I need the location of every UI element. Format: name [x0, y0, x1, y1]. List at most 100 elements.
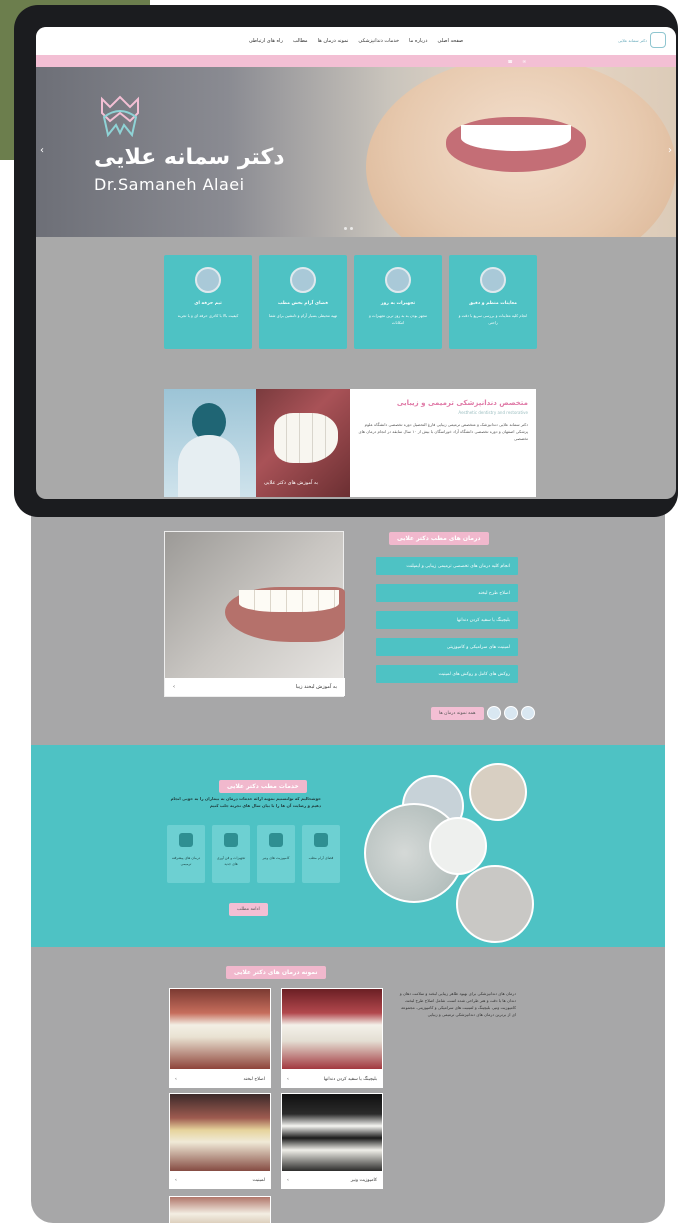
teal-card[interactable]: کامپوزیت های ونیر — [257, 825, 295, 883]
hero-title-fa: دکتر سمانه علایی — [94, 145, 285, 170]
avatar — [486, 706, 501, 720]
nav-item[interactable]: نمونه درمان ها — [318, 38, 349, 44]
section1-title: درمان های مطب دکتر علایی — [389, 532, 489, 545]
gallery-caption: لمینیت — [252, 1177, 265, 1183]
gallery-caption-bar[interactable]: ‹ کامپوزیت ونیر — [281, 1171, 383, 1189]
doctor-photo — [164, 389, 256, 497]
doctor-body — [178, 435, 240, 497]
chevron-left-icon: ‹ — [175, 1076, 177, 1082]
site-logo[interactable]: دکتر سمانه علایی — [618, 32, 666, 48]
teal-card[interactable]: تجهیزات و فن آوری های جدید — [212, 825, 250, 883]
treatment-item[interactable]: بلیچینگ یا سفید کردن دندانها — [376, 611, 518, 629]
nav-item[interactable]: خدمات دندانپزشکی — [358, 38, 399, 44]
nav-item[interactable]: مطالب — [293, 38, 308, 44]
feature-cards: تیم حرفه ای کیفیت بالا با کادری حرفه ای … — [164, 255, 538, 349]
teal-card-label: فضای آرام مطب — [308, 856, 334, 860]
slider-dots[interactable] — [344, 227, 353, 230]
section1-image-caption: به آموزش لبخند زیبا — [295, 684, 337, 690]
clinic-photo — [456, 865, 534, 943]
office-icon — [290, 267, 316, 293]
section1-more: همه نمونه درمان ها — [431, 706, 535, 720]
chevron-left-icon: ‹ — [287, 1076, 289, 1082]
gallery-image[interactable] — [169, 1093, 271, 1175]
teeth-row — [274, 413, 338, 463]
gallery-caption: بلیچینگ یا سفید کردن دندانها — [323, 1076, 377, 1082]
gallery-image[interactable] — [169, 988, 271, 1070]
tooth-crown-logo-icon — [101, 95, 139, 137]
gallery-caption: اصلاح لبخند — [243, 1076, 265, 1082]
treatment-item[interactable]: روکش های کامل و روکش های لمینیت — [376, 665, 518, 683]
clinic-photo — [469, 763, 527, 821]
teal-card-row: درمان های پیشرفته ترمیمی تجهیزات و فن آو… — [167, 825, 340, 883]
slider-next-icon[interactable]: › — [668, 145, 672, 156]
avatar — [503, 706, 518, 720]
exam-icon — [480, 267, 506, 293]
teal-services-section: خدمات مطب دکتر علایی خوشحالیم که توانستی… — [31, 745, 665, 947]
logo-text: دکتر سمانه علایی — [617, 37, 647, 43]
nav-item[interactable]: راه های ارتباطی — [249, 38, 283, 44]
avatar — [520, 706, 535, 720]
equipment-icon — [385, 267, 411, 293]
hero-teeth — [461, 125, 571, 151]
tablet-frame: راه های ارتباطی مطالب نمونه درمان ها خدم… — [14, 5, 678, 517]
page: درمان های مطب دکتر علایی ‹ به آموزش لبخن… — [0, 0, 678, 1225]
lower-page: درمان های مطب دکتر علایی ‹ به آموزش لبخن… — [31, 470, 665, 1223]
chevron-left-icon: ‹ — [173, 684, 175, 690]
teal-more-button[interactable]: ادامه مطلب — [229, 903, 268, 916]
section1-image-caption-bar[interactable]: ‹ به آموزش لبخند زیبا — [165, 678, 345, 696]
about-text: متخصص دندانپزشکی ترمیمی و زیبایی Aesthet… — [350, 389, 536, 497]
feature-card[interactable]: معاینات منظم و دقیق انجام کلیه معاینات و… — [449, 255, 537, 349]
clinic-photo — [429, 817, 487, 875]
gallery-image[interactable] — [169, 1196, 271, 1223]
feature-card-title: معاینات منظم و دقیق — [469, 301, 517, 306]
feature-card-desc: کیفیت بالا با کادری حرفه ای و با تجربه — [177, 313, 239, 318]
nav-item[interactable]: صفحه اصلی — [437, 38, 463, 44]
teeth-shape — [239, 590, 339, 612]
feature-card[interactable]: فضای آرام بخش مطب تهیه محیطی بسیار آرام … — [259, 255, 347, 349]
feature-card-title: تیم حرفه ای — [194, 301, 222, 306]
slider-prev-icon[interactable]: ‹ — [40, 145, 44, 156]
service-icon — [269, 833, 283, 847]
teal-section-title: خدمات مطب دکتر علایی — [219, 780, 307, 793]
gallery-desc: درمان های دندانپزشکی برای بهبود ظاهر زیب… — [399, 991, 516, 1017]
teal-card-label: کامپوزیت های ونیر — [262, 856, 290, 860]
phone-icon: ☎ — [507, 58, 513, 64]
chevron-left-icon: ‹ — [287, 1177, 289, 1183]
teal-card[interactable]: فضای آرام مطب — [302, 825, 340, 883]
gallery-title: نمونه درمان های دکتر علایی — [226, 966, 326, 979]
teal-card-label: درمان های پیشرفته ترمیمی — [171, 856, 201, 866]
gallery-caption: کامپوزیت ونیر — [350, 1177, 377, 1183]
gallery-caption-bar[interactable]: ‹ بلیچینگ یا سفید کردن دندانها — [281, 1070, 383, 1088]
team-icon — [195, 267, 221, 293]
about-section: به آموزش های دکتر علایی متخصص دندانپزشکی… — [164, 389, 536, 497]
gallery-image[interactable] — [281, 1093, 383, 1175]
feature-card[interactable]: تیم حرفه ای کیفیت بالا با کادری حرفه ای … — [164, 255, 252, 349]
service-icon — [224, 833, 238, 847]
gallery-caption-bar[interactable]: ‹ لمینیت — [169, 1171, 271, 1189]
section1-image: ‹ به آموزش لبخند زیبا — [164, 531, 345, 697]
tablet-screen: راه های ارتباطی مطالب نمونه درمان ها خدم… — [36, 27, 676, 499]
service-icon — [314, 833, 328, 847]
feature-card-desc: مجهز بودن به به روز ترین تجهیزات و امکان… — [368, 313, 428, 325]
nav-item[interactable]: درباره ما — [409, 38, 427, 44]
teal-card[interactable]: درمان های پیشرفته ترمیمی — [167, 825, 205, 883]
hero-banner: دکتر سمانه علایی Dr.Samaneh Alaei ‹ › — [36, 67, 676, 237]
treatment-list: انجام کلیه درمان های تخصصی ترمیمی زیبایی… — [376, 557, 518, 692]
about-heading: متخصص دندانپزشکی ترمیمی و زیبایی — [396, 399, 528, 407]
about-paragraph: دکتر سمانه علایی دندانپزشک و متخصص ترمیم… — [358, 422, 528, 441]
hero-title-en: Dr.Samaneh Alaei — [94, 175, 245, 194]
service-icon — [179, 833, 193, 847]
gallery-caption-bar[interactable]: ‹ اصلاح لبخند — [169, 1070, 271, 1088]
clinic-photo-collage — [364, 755, 544, 943]
feature-card-desc: انجام کلیه معاینات و بررسی سریع با دقت و… — [458, 313, 528, 325]
teal-section-desc: خوشحالیم که توانستیم نمونه ارائه خدمات د… — [170, 796, 321, 808]
treatment-item[interactable]: انجام کلیه درمان های تخصصی ترمیمی زیبایی… — [376, 557, 518, 575]
teal-card-label: تجهیزات و فن آوری های جدید — [216, 856, 246, 866]
treatment-item[interactable]: اصلاح طرح لبخند — [376, 584, 518, 602]
all-treatments-button[interactable]: همه نمونه درمان ها — [431, 706, 484, 720]
about-subheading: Aesthetic dentistry and restorative — [458, 410, 528, 415]
feature-card[interactable]: تجهیزات به روز مجهز بودن به به روز ترین … — [354, 255, 442, 349]
treatment-item[interactable]: لمینیت های سرامیکی و کامپوزیتی — [376, 638, 518, 656]
gallery-image[interactable] — [281, 988, 383, 1070]
teeth-photo-caption: به آموزش های دکتر علایی — [264, 480, 319, 486]
